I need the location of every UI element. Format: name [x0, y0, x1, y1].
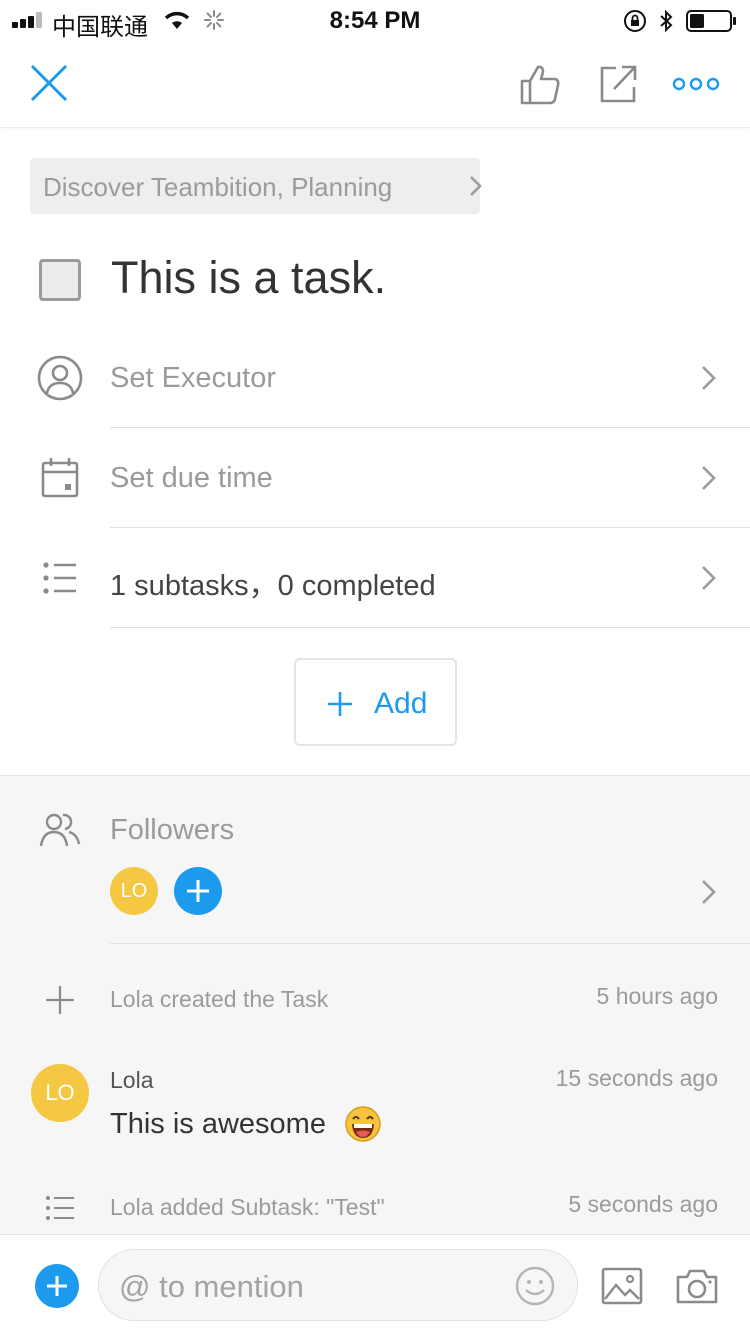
- subtasks-label: 1 subtasks，0 completed: [110, 570, 436, 602]
- status-bar: 中国联通 8:54 PM: [0, 0, 750, 41]
- nav-bar: [0, 40, 750, 128]
- laughing-emoji-icon: [345, 1106, 381, 1142]
- bluetooth-icon: [660, 9, 673, 33]
- task-title[interactable]: This is a task.: [111, 252, 386, 304]
- emoji-icon[interactable]: [514, 1265, 556, 1307]
- executor-row[interactable]: Set Executor: [0, 328, 750, 428]
- calendar-icon: [41, 458, 79, 498]
- list-icon: [43, 562, 76, 594]
- plus-icon: [328, 692, 352, 716]
- camera-icon[interactable]: [675, 1267, 719, 1305]
- activity-time: 5 seconds ago: [568, 1191, 718, 1217]
- add-button[interactable]: Add: [294, 658, 457, 746]
- comment-time: 15 seconds ago: [555, 1065, 718, 1091]
- breadcrumb[interactable]: Discover Teambition, Planning: [30, 158, 482, 214]
- battery-icon: [686, 10, 736, 32]
- chevron-right-icon[interactable]: [700, 878, 718, 906]
- thumbs-up-icon[interactable]: [516, 60, 564, 108]
- user-icon: [37, 355, 83, 401]
- followers-label: Followers: [110, 814, 235, 846]
- share-external-icon[interactable]: [594, 60, 642, 108]
- divider: [110, 943, 750, 944]
- activity-text: Lola added Subtask: "Test": [110, 1194, 385, 1220]
- activity-text: Lola created the Task: [110, 986, 329, 1012]
- task-checkbox[interactable]: [39, 259, 81, 301]
- plus-icon: [187, 880, 209, 902]
- list-icon: [46, 1196, 74, 1220]
- chevron-right-icon: [702, 466, 716, 490]
- add-button-label: Add: [374, 687, 428, 720]
- plus-icon: [46, 986, 74, 1014]
- comment-avatar[interactable]: LO: [31, 1064, 89, 1122]
- chevron-right-icon: [470, 176, 482, 196]
- activity-section: Followers LO Lola created the Task 5 hou…: [0, 775, 750, 1234]
- breadcrumb-label: Discover Teambition, Planning: [43, 172, 393, 202]
- add-follower-button[interactable]: [174, 867, 222, 915]
- follower-avatar[interactable]: LO: [110, 867, 158, 915]
- chevron-right-icon: [702, 566, 716, 590]
- divider: [110, 627, 750, 628]
- close-icon[interactable]: [26, 60, 72, 106]
- comment-author: Lola: [110, 1067, 154, 1093]
- orientation-lock-icon: [624, 10, 646, 32]
- due-time-row[interactable]: Set due time: [0, 428, 750, 528]
- composer-add-button[interactable]: [35, 1264, 79, 1308]
- comment-body: This is awesome: [110, 1108, 326, 1140]
- plus-icon: [47, 1276, 67, 1296]
- subtasks-row[interactable]: 1 subtasks，0 completed: [0, 528, 750, 628]
- comment-input-placeholder: @ to mention: [119, 1269, 304, 1304]
- due-time-label: Set due time: [110, 462, 273, 494]
- comment-composer: @ to mention: [0, 1234, 750, 1334]
- more-dots-icon[interactable]: [670, 64, 722, 104]
- activity-time: 5 hours ago: [596, 983, 718, 1009]
- chevron-right-icon: [702, 366, 716, 390]
- image-icon[interactable]: [601, 1267, 643, 1305]
- executor-label: Set Executor: [110, 362, 277, 394]
- followers-icon: [39, 813, 81, 847]
- comment-input[interactable]: @ to mention: [98, 1249, 578, 1321]
